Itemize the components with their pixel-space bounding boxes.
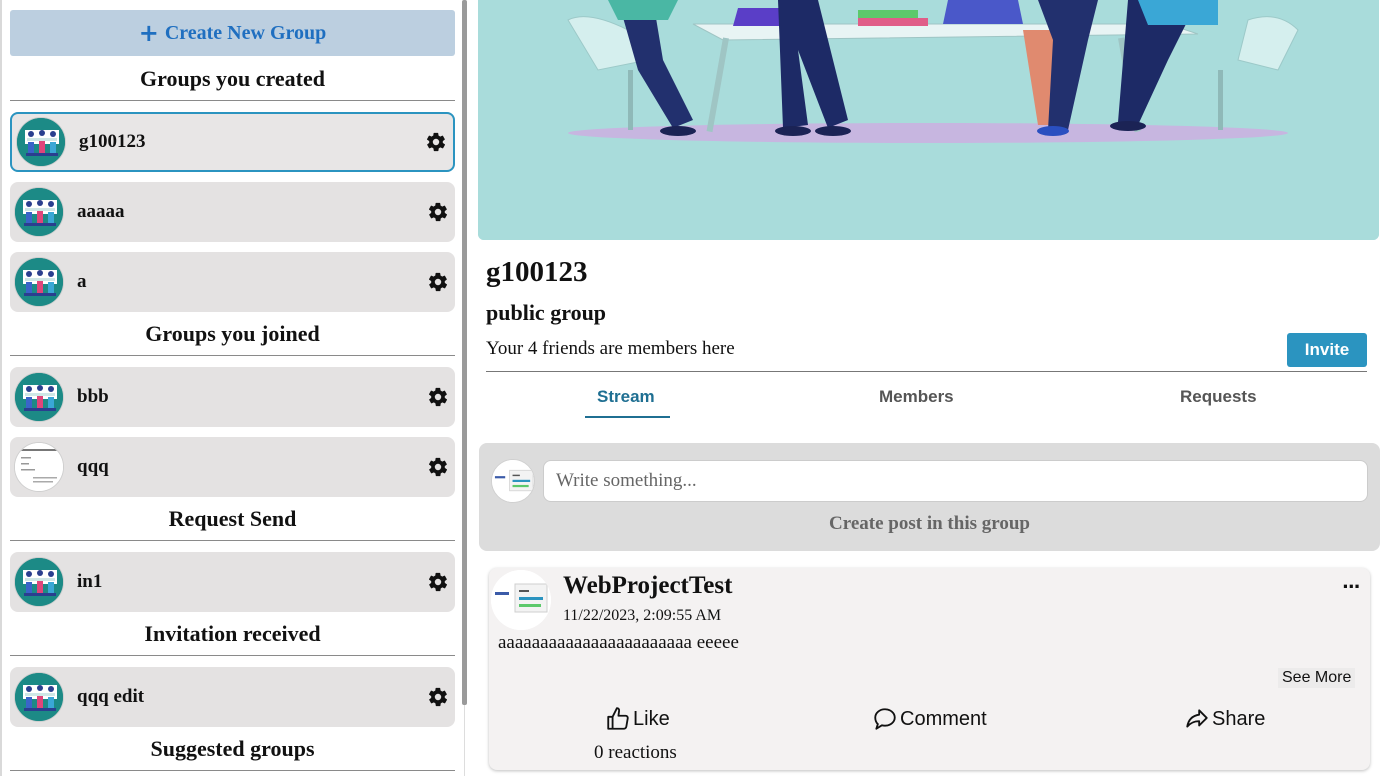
more-options-icon[interactable]: ... (1342, 572, 1360, 593)
group-privacy: public group (486, 300, 607, 325)
section-title-invitation: Invitation received (144, 621, 321, 646)
group-cover-image (478, 0, 1379, 240)
gear-icon[interactable] (427, 386, 449, 408)
post-author-avatar[interactable] (491, 570, 551, 630)
group-avatar (14, 442, 64, 492)
group-avatar (16, 117, 66, 167)
section-divider (10, 355, 455, 356)
group-avatar (14, 257, 64, 307)
group-name: a (77, 271, 87, 292)
group-name: qqq (77, 456, 109, 477)
plus-icon: + (138, 19, 159, 47)
thumbs-up-icon (607, 707, 629, 730)
group-name: in1 (77, 571, 103, 592)
sidebar-edge (0, 0, 2, 776)
comment-bubble-icon (874, 708, 896, 730)
post-card: WebProjectTest 11/22/2023, 2:09:55 AM ..… (489, 568, 1370, 770)
section-title-created: Groups you created (140, 66, 325, 91)
sidebar-scrollbar[interactable] (462, 0, 467, 705)
create-new-group-label: Create New Group (164, 21, 327, 44)
create-new-group-button[interactable]: + Create New Group (10, 10, 455, 56)
friends-members-text: Your 4 friends are members here (486, 338, 735, 359)
post-body: aaaaaaaaaaaaaaaaaaaaaaa eeeee (498, 632, 739, 653)
gear-icon[interactable] (427, 686, 449, 708)
section-divider (10, 770, 455, 771)
tab-requests[interactable]: Requests (1180, 387, 1257, 407)
gear-icon[interactable] (427, 201, 449, 223)
share-button[interactable]: Share (1184, 706, 1265, 732)
post-timestamp: 11/22/2023, 2:09:55 AM (563, 607, 722, 624)
post-composer: Create post in this group (479, 443, 1380, 551)
active-tab-indicator (585, 416, 670, 418)
see-more-button[interactable]: See More (1278, 668, 1356, 688)
invite-button[interactable]: Invite (1287, 333, 1367, 367)
create-post-label: Create post in this group (829, 513, 1030, 534)
section-title-request-send: Request Send (168, 506, 297, 531)
team-meeting-illustration (478, 0, 1379, 240)
group-avatar (14, 557, 64, 607)
post-author-name[interactable]: WebProjectTest (563, 572, 732, 600)
gear-icon[interactable] (425, 131, 447, 153)
section-title-joined: Groups you joined (145, 321, 320, 346)
share-label: Share (1212, 707, 1266, 730)
gear-icon[interactable] (427, 456, 449, 478)
tab-members[interactable]: Members (879, 387, 954, 407)
group-name: bbb (77, 386, 109, 407)
comment-button[interactable]: Comment (872, 706, 987, 732)
comment-label: Comment (900, 707, 987, 730)
group-item-g100123[interactable]: g100123 (10, 112, 455, 172)
section-title-suggested: Suggested groups (150, 736, 315, 761)
group-item-a[interactable]: a (10, 252, 455, 312)
group-item-qqq[interactable]: qqq (10, 437, 455, 497)
group-info-panel: g100123 public group Your 4 friends are … (478, 250, 1379, 426)
write-post-input[interactable] (543, 460, 1368, 502)
group-item-bbb[interactable]: bbb (10, 367, 455, 427)
reactions-count: 0 reactions (594, 742, 677, 763)
info-divider (486, 371, 1367, 372)
group-item-qqq-edit[interactable]: qqq edit (10, 667, 455, 727)
group-avatar (14, 187, 64, 237)
section-divider (10, 540, 455, 541)
group-avatar (14, 372, 64, 422)
like-label: Like (633, 707, 670, 730)
tab-stream[interactable]: Stream (597, 387, 655, 407)
gear-icon[interactable] (427, 271, 449, 293)
group-item-in1[interactable]: in1 (10, 552, 455, 612)
group-item-aaaaa[interactable]: aaaaa (10, 182, 455, 242)
group-name: aaaaa (77, 201, 125, 222)
like-button[interactable]: Like (605, 706, 670, 732)
group-name: qqq edit (77, 686, 145, 707)
groups-sidebar: + Create New Group Groups you created g1… (0, 0, 467, 776)
group-avatar (14, 672, 64, 722)
group-title: g100123 (486, 256, 588, 288)
section-divider (10, 100, 455, 101)
section-divider (10, 655, 455, 656)
share-arrow-icon (1186, 709, 1208, 728)
gear-icon[interactable] (427, 571, 449, 593)
group-name: g100123 (79, 131, 146, 152)
user-avatar (491, 459, 535, 503)
